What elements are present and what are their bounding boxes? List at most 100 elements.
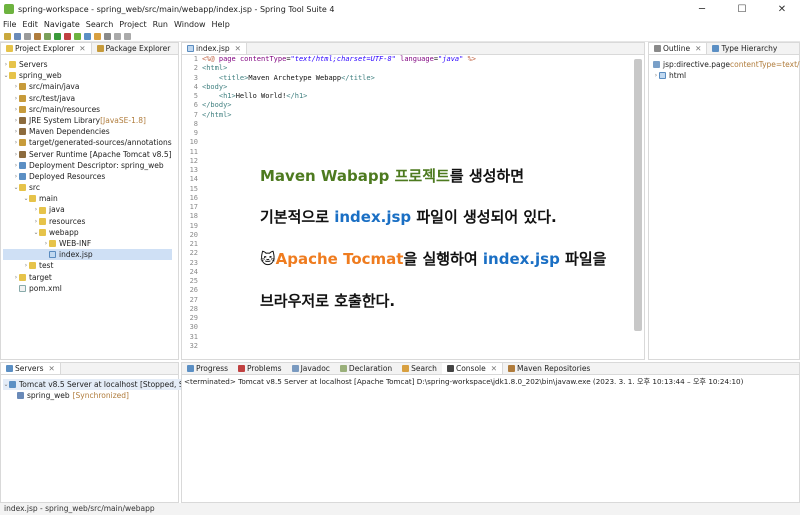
tree-item-target-generated-sources-annotations[interactable]: › target/generated-sources/annotations xyxy=(3,137,172,148)
package-icon xyxy=(96,45,104,52)
tree-item-label: pom.xml xyxy=(29,283,62,293)
tab-problems[interactable]: Problems xyxy=(233,363,287,374)
save-all-icon[interactable] xyxy=(24,32,31,40)
servers-tree: ⌄ Tomcat v8.5 Server at localhost [Stoppe… xyxy=(3,379,202,401)
stop-icon[interactable] xyxy=(64,32,71,40)
line-number: 8 xyxy=(193,119,198,128)
tab-search[interactable]: Search xyxy=(397,363,442,374)
tab-index-jsp[interactable]: index.jsp ✕ xyxy=(182,43,247,54)
menu-help[interactable]: Help xyxy=(212,20,230,29)
tab-servers[interactable]: Servers ✕ xyxy=(1,363,61,374)
close-button[interactable]: ✕ xyxy=(768,0,796,18)
tree-item-webapp[interactable]: ⌄ webapp xyxy=(3,227,172,238)
line-number: 6 xyxy=(193,101,198,110)
line-number: 32 xyxy=(189,341,198,350)
tree-item-label: test xyxy=(39,261,54,271)
tree-item-web-inf[interactable]: › WEB-INF xyxy=(3,238,172,249)
tree-item-src-main-java[interactable]: › src/main/java xyxy=(3,81,172,92)
maximize-button[interactable]: ☐ xyxy=(728,0,756,18)
fold-icon xyxy=(39,206,46,214)
tree-item-src-main-resources[interactable]: › src/main/resources xyxy=(3,104,172,115)
tree-item-target[interactable]: › target xyxy=(3,272,172,283)
editor-scrollbar[interactable] xyxy=(634,59,642,331)
tab-package-explorer[interactable]: Package Explorer xyxy=(92,43,176,54)
fold-icon xyxy=(39,228,46,236)
code-area[interactable]: <%@ page contentType="text/html;charset=… xyxy=(202,55,476,120)
tree-item-servers[interactable]: › Servers xyxy=(3,59,172,70)
toolbar xyxy=(0,31,800,42)
jsp-icon xyxy=(49,251,56,259)
outline-item-directive[interactable]: jsp:directive.page contentType=text/h xyxy=(653,59,800,70)
tree-item-label: spring_web xyxy=(19,71,62,81)
tree-item-jre-system-library[interactable]: › JRE System Library [JavaSE-1.8] xyxy=(3,115,172,126)
menu-window[interactable]: Window xyxy=(174,20,206,29)
tab-declaration[interactable]: Declaration xyxy=(335,363,397,374)
tree-item-pom-xml[interactable]: pom.xml xyxy=(3,283,172,294)
tab-progress[interactable]: Progress xyxy=(182,363,233,374)
menu-bar: File Edit Navigate Search Project Run Wi… xyxy=(0,18,800,31)
pkg-icon xyxy=(19,94,26,102)
boot-dashboard-icon[interactable] xyxy=(74,32,81,40)
tab-project-explorer[interactable]: Project Explorer ✕ xyxy=(1,43,92,54)
project-explorer-tabs: Project Explorer ✕ Package Explorer xyxy=(1,43,178,55)
debug-icon[interactable] xyxy=(44,32,51,40)
fold-icon xyxy=(49,240,56,248)
line-number: 5 xyxy=(193,92,198,100)
tab-type-hierarchy[interactable]: Type Hierarchy xyxy=(707,43,782,54)
server-icon xyxy=(6,365,13,372)
project-explorer-panel: Project Explorer ✕ Package Explorer › Serv… xyxy=(0,42,179,360)
lib-icon xyxy=(19,150,26,158)
menu-run[interactable]: Run xyxy=(153,20,168,29)
pkg-icon xyxy=(19,83,26,91)
tree-item-main[interactable]: ⌄ main xyxy=(3,193,172,204)
tree-item-java[interactable]: › java xyxy=(3,204,172,215)
tab-javadoc[interactable]: Javadoc xyxy=(287,363,335,374)
tree-item-resources[interactable]: › resources xyxy=(3,216,172,227)
outline-icon xyxy=(654,45,661,52)
line-number: 27 xyxy=(189,295,198,304)
new-icon[interactable] xyxy=(4,32,11,40)
new-class-icon[interactable] xyxy=(84,32,91,40)
folder-icon xyxy=(6,45,13,52)
tree-item-label: src xyxy=(29,183,40,193)
forward-icon[interactable] xyxy=(124,32,131,40)
tab-outline[interactable]: Outline ✕ xyxy=(649,43,708,54)
outline-item-html[interactable]: › html xyxy=(653,70,800,81)
menu-file[interactable]: File xyxy=(3,20,16,29)
tree-item-index-jsp[interactable]: index.jsp xyxy=(3,249,172,261)
tree-item-label: Servers xyxy=(19,60,48,69)
tree-item-maven-dependencies[interactable]: › Maven Dependencies xyxy=(3,126,172,137)
line-number: 22 xyxy=(189,249,198,258)
open-type-icon[interactable] xyxy=(94,32,101,40)
tab-console[interactable]: Console ✕ xyxy=(441,363,504,374)
run-icon[interactable] xyxy=(54,32,61,40)
tree-item-server-runtime-apache-tomcat-v8-5[interactable]: › Server Runtime [Apache Tomcat v8.5] xyxy=(3,149,172,160)
save-icon[interactable] xyxy=(14,32,21,40)
line-number: 15 xyxy=(189,184,198,193)
tree-item-label: target xyxy=(29,272,52,282)
menu-navigate[interactable]: Navigate xyxy=(44,20,80,29)
line-number: 20 xyxy=(189,230,198,239)
tree-item-deployment-descriptor-spring-web[interactable]: › Deployment Descriptor: spring_web xyxy=(3,160,172,171)
build-icon[interactable] xyxy=(34,32,41,40)
line-number: 31 xyxy=(189,332,198,341)
server-module-item[interactable]: spring_web [Synchronized] xyxy=(3,390,202,401)
menu-edit[interactable]: Edit xyxy=(22,20,38,29)
search-icon[interactable] xyxy=(104,32,111,40)
menu-search[interactable]: Search xyxy=(86,20,113,29)
server-item[interactable]: ⌄ Tomcat v8.5 Server at localhost [Stoppe… xyxy=(3,379,202,391)
tree-item-test[interactable]: › test xyxy=(3,260,172,271)
back-icon[interactable] xyxy=(114,32,121,40)
menu-project[interactable]: Project xyxy=(119,20,146,29)
fold-icon xyxy=(19,184,26,192)
editor-panel: index.jsp ✕ 1 2 3 4 5 6 7 8 9 10 11 12 13 14 15 16 17 18 19… xyxy=(181,42,645,360)
tree-item-label: index.jsp xyxy=(59,250,93,260)
tree-item-deployed-resources[interactable]: › Deployed Resources xyxy=(3,171,172,182)
directive-icon xyxy=(653,61,660,69)
minimize-button[interactable]: ─ xyxy=(688,0,716,18)
progress-icon xyxy=(187,365,194,372)
tree-item-src[interactable]: ⌄ src xyxy=(3,182,172,193)
tab-maven-repositories[interactable]: Maven Repositories xyxy=(503,363,595,374)
tree-item-src-test-java[interactable]: › src/test/java xyxy=(3,93,172,104)
tree-item-spring-web[interactable]: ⌄ spring_web xyxy=(3,70,172,81)
